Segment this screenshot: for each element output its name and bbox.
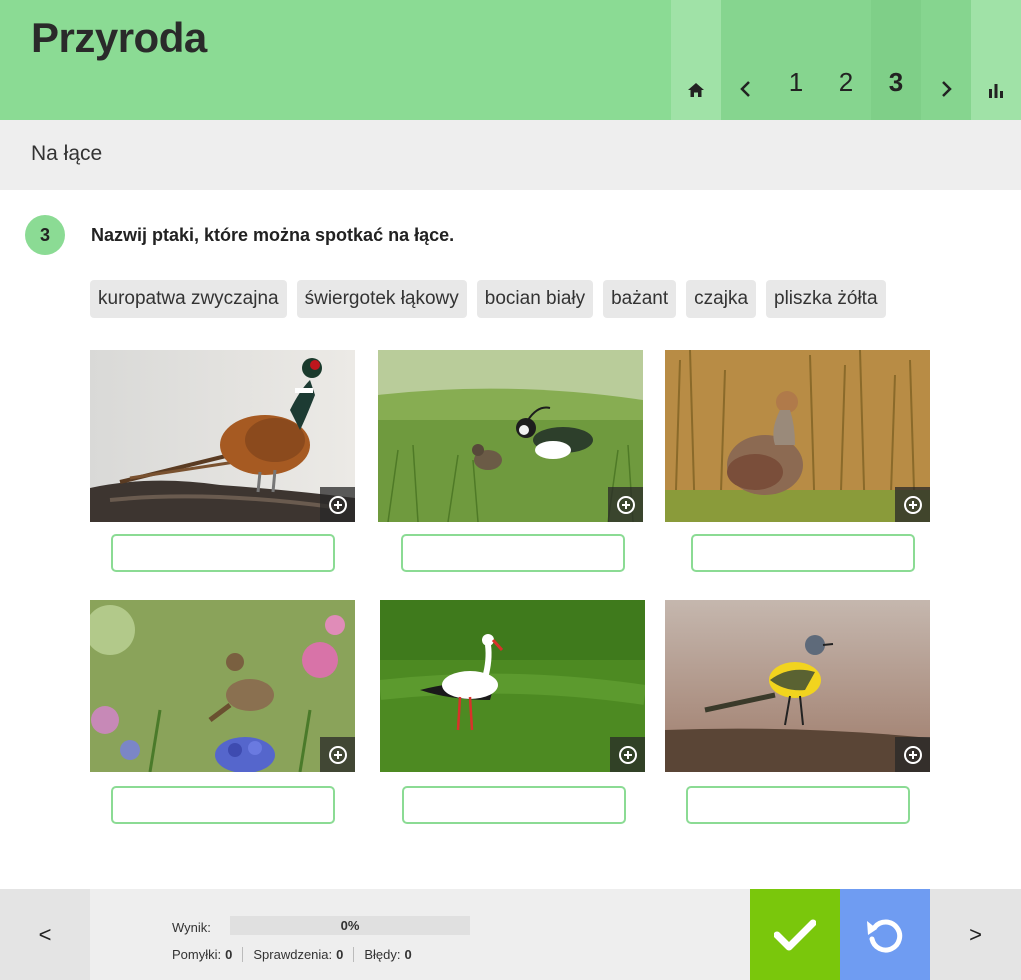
zoom-button[interactable] xyxy=(608,487,643,522)
next-exercise-button[interactable]: > xyxy=(930,889,1021,980)
pheasant-photo xyxy=(90,350,355,522)
bird-image-yellow-wagtail xyxy=(665,600,930,772)
zoom-button[interactable] xyxy=(895,487,930,522)
zoom-button[interactable] xyxy=(610,737,645,772)
prev-page-button[interactable] xyxy=(721,0,771,120)
partridge-photo xyxy=(665,350,930,522)
task-number-badge: 3 xyxy=(25,215,65,255)
zoom-in-icon xyxy=(616,495,635,514)
word-chip[interactable]: bażant xyxy=(603,280,677,318)
top-navigation: 1 2 3 xyxy=(671,0,1021,120)
top-header: Przyroda 1 2 3 xyxy=(0,0,1021,120)
errors-value: 0 xyxy=(404,947,412,962)
errors-stat: Błędy: 0 xyxy=(353,947,421,962)
word-bank: kuropatwa zwyczajna świergotek łąkowy bo… xyxy=(90,280,886,318)
page-1-button[interactable]: 1 xyxy=(771,0,821,120)
check-answers-button[interactable] xyxy=(750,889,840,980)
chevron-left-icon xyxy=(740,81,750,97)
zoom-in-icon xyxy=(618,745,637,764)
answer-input-4[interactable] xyxy=(111,786,335,824)
app-root: Przyroda 1 2 3 Na łące 3 Nazwij ptaki, k… xyxy=(0,0,1021,980)
errors-label: Błędy: xyxy=(364,947,401,962)
meadow-pipit-photo xyxy=(90,600,355,772)
score-value: 0% xyxy=(340,918,360,933)
bird-image-white-stork xyxy=(380,600,645,772)
answer-input-5[interactable] xyxy=(402,786,626,824)
reset-button[interactable] xyxy=(840,889,930,980)
zoom-in-icon xyxy=(903,495,922,514)
stats-row: Pomyłki: 0 Sprawdzenia: 0 Błędy: 0 xyxy=(172,947,422,962)
score-progress-bar: 0% xyxy=(230,916,470,935)
page-2-button[interactable]: 2 xyxy=(821,0,871,120)
bird-image-pheasant xyxy=(90,350,355,522)
section-bar: Na łące xyxy=(0,120,1021,190)
checks-stat: Sprawdzenia: 0 xyxy=(242,947,353,962)
bird-image-partridge xyxy=(665,350,930,522)
home-icon xyxy=(688,83,704,97)
statistics-button[interactable] xyxy=(971,0,1021,120)
mistakes-stat: Pomyłki: 0 xyxy=(172,947,242,962)
checks-label: Sprawdzenia: xyxy=(253,947,333,962)
reset-icon xyxy=(867,919,903,953)
checks-value: 0 xyxy=(336,947,344,962)
page-3-button[interactable]: 3 xyxy=(871,0,921,120)
zoom-button[interactable] xyxy=(320,487,355,522)
bird-image-meadow-pipit xyxy=(90,600,355,772)
task-instruction: Nazwij ptaki, które można spotkać na łąc… xyxy=(91,225,455,245)
zoom-button[interactable] xyxy=(895,737,930,772)
app-title: Przyroda xyxy=(31,14,207,61)
section-title: Na łące xyxy=(31,142,103,165)
zoom-in-icon xyxy=(328,745,347,764)
lapwing-photo xyxy=(378,350,643,522)
yellow-wagtail-photo xyxy=(665,600,930,772)
score-label: Wynik: xyxy=(172,920,211,935)
bottom-toolbar: < Wynik: 0% Pomyłki: 0 Sprawdzenia: 0 Błęd… xyxy=(0,889,1021,980)
checkmark-icon xyxy=(774,919,816,950)
word-chip[interactable]: czajka xyxy=(686,280,757,318)
previous-exercise-button[interactable]: < xyxy=(0,889,90,980)
word-chip[interactable]: pliszka żółta xyxy=(766,280,886,318)
white-stork-photo xyxy=(380,600,645,772)
word-chip[interactable]: świergotek łąkowy xyxy=(296,280,467,318)
word-chip[interactable]: bocian biały xyxy=(476,280,594,318)
answer-input-2[interactable] xyxy=(401,534,625,572)
word-chip[interactable]: kuropatwa zwyczajna xyxy=(90,280,287,318)
answer-input-1[interactable] xyxy=(111,534,335,572)
next-page-button[interactable] xyxy=(921,0,971,120)
chevron-right-icon xyxy=(942,81,952,97)
mistakes-value: 0 xyxy=(225,947,233,962)
bird-image-lapwing xyxy=(378,350,643,522)
zoom-in-icon xyxy=(903,745,922,764)
home-button[interactable] xyxy=(671,0,721,120)
zoom-in-icon xyxy=(328,495,347,514)
answer-input-6[interactable] xyxy=(686,786,910,824)
mistakes-label: Pomyłki: xyxy=(172,947,222,962)
answer-input-3[interactable] xyxy=(691,534,915,572)
bar-chart-icon xyxy=(989,84,1003,98)
zoom-button[interactable] xyxy=(320,737,355,772)
